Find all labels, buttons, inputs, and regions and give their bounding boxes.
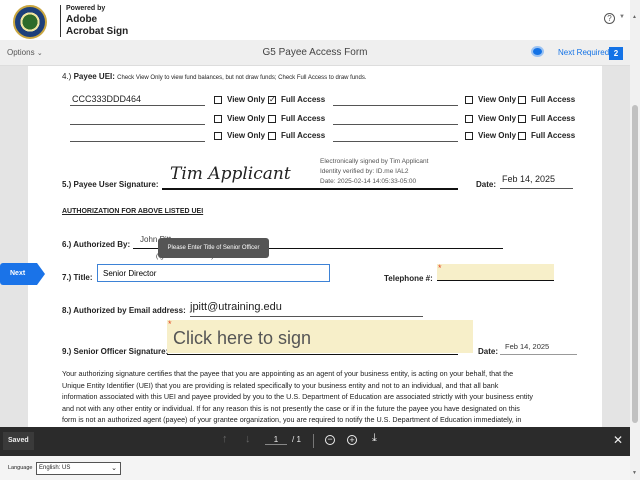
click-to-sign-text: Click here to sign — [173, 328, 312, 348]
next-arrow — [37, 263, 45, 285]
toolbar: Options ⌄ G5 Payee Access Form Next Requ… — [0, 40, 630, 66]
paragraph-line: form is not an authorized agent (payee) … — [62, 415, 522, 424]
full-access-checkbox[interactable] — [518, 132, 526, 140]
scrollbar[interactable]: ▲ ▼ — [630, 0, 640, 480]
esign-identity: Identity verified by: ID.me IAL2 — [320, 168, 409, 175]
brand-adobe: Adobe — [66, 14, 98, 25]
zoom-in-icon[interactable]: + — [347, 435, 357, 445]
email-label: 8.) Authorized by Email address: — [62, 306, 186, 315]
powered-by-text: Powered by — [66, 5, 106, 12]
uei-left-line — [70, 141, 205, 142]
paragraph-line: Your authorizing signature certifies tha… — [62, 369, 514, 378]
view-only-label: View Only — [227, 114, 266, 123]
header-divider — [60, 5, 61, 37]
authorized-by-label: 6.) Authorized By: — [62, 240, 131, 249]
uei-right-line — [333, 141, 458, 142]
full-access-label: Full Access — [531, 131, 576, 140]
payee-signature-label: 5.) Payee User Signature: — [62, 180, 159, 189]
tooltip: Please Enter Title of Senior Officer — [158, 238, 269, 258]
next-required-count: 2 — [609, 47, 623, 60]
chevron-down-icon: ⌄ — [111, 465, 117, 472]
app-header: Powered by Adobe Acrobat Sign ? ▼ — [0, 0, 630, 40]
full-access-checkbox[interactable] — [518, 96, 526, 104]
close-icon[interactable]: ✕ — [613, 433, 623, 447]
page-total: / 1 — [292, 435, 301, 444]
authorization-heading: AUTHORIZATION FOR ABOVE LISTED UEI — [62, 208, 204, 215]
bottom-toolbar: Saved ↑ ↓ 1 / 1 − + ⤓ ✕ — [0, 427, 630, 456]
full-access-label: Full Access — [281, 131, 326, 140]
uei-left-line — [70, 105, 205, 106]
language-label: Language — [8, 465, 33, 471]
language-selected: English: US — [39, 465, 71, 471]
view-only-label: View Only — [478, 95, 517, 104]
chevron-down-icon[interactable]: ▼ — [619, 14, 625, 20]
email-value: jpitt@utraining.edu — [190, 301, 282, 313]
language-select[interactable]: English: US ⌄ — [36, 462, 121, 475]
brand-acrobat-sign: Acrobat Sign — [66, 26, 129, 37]
help-circle-icon[interactable]: ? — [604, 13, 615, 24]
paragraph-line: and not with any other entity or individ… — [62, 403, 520, 413]
zoom-out-icon[interactable]: − — [325, 435, 335, 445]
next-button[interactable]: Next — [0, 263, 37, 285]
page-number-input[interactable]: 1 — [265, 435, 287, 445]
view-only-checkbox[interactable] — [214, 96, 222, 104]
payee-date: Feb 14, 2025 — [502, 174, 556, 184]
scroll-down-icon[interactable]: ▼ — [632, 470, 637, 476]
logo — [13, 5, 47, 39]
title-label: 7.) Title: — [62, 273, 93, 282]
download-icon[interactable]: ⤓ — [372, 432, 377, 445]
view-only-checkbox[interactable] — [214, 132, 222, 140]
full-access-label: Full Access — [531, 114, 576, 123]
save-status: Saved — [3, 432, 34, 450]
document-viewer: 4.) Payee UEI: Check View Only to view f… — [0, 66, 630, 427]
required-asterisk: * — [438, 263, 442, 273]
scrollbar-thumb[interactable] — [632, 105, 638, 423]
divider — [313, 434, 314, 448]
paragraph-line: Unique Entity Identifier (UEI) that you … — [62, 380, 499, 390]
required-asterisk: * — [168, 319, 172, 329]
paragraph-line: information associated with this UEI and… — [62, 392, 534, 401]
full-access-checkbox[interactable] — [268, 115, 276, 123]
telephone-label: Telephone #: — [384, 274, 433, 283]
full-access-label: Full Access — [281, 95, 326, 104]
payee-signature: Tim Applicant — [170, 164, 291, 184]
esign-date: Date: 2025-02-14 14:05:33-05:00 — [320, 178, 417, 185]
date-label: Date: — [478, 347, 499, 356]
view-only-checkbox[interactable] — [214, 115, 222, 123]
uei-right-line — [333, 105, 458, 106]
view-only-label: View Only — [478, 114, 517, 123]
next-required-button[interactable]: Next Required — [558, 48, 609, 57]
section-number: 4.) — [62, 72, 72, 81]
arrow-down-icon[interactable]: ↓ — [245, 433, 251, 445]
uei-right-line — [333, 124, 458, 125]
payee-uei-instructions: Check View Only to view fund balances, b… — [117, 75, 367, 81]
comment-icon[interactable] — [531, 46, 544, 57]
date-label: Date: — [476, 180, 497, 189]
full-access-checkbox[interactable] — [268, 132, 276, 140]
telephone-input[interactable]: * — [437, 263, 554, 281]
full-access-checkbox[interactable]: ✓ — [268, 96, 276, 104]
arrow-up-icon[interactable]: ↑ — [222, 433, 228, 445]
view-only-label: View Only — [227, 131, 266, 140]
view-only-label: View Only — [227, 95, 266, 104]
scroll-up-icon[interactable]: ▲ — [632, 14, 637, 20]
language-bar: Language English: US ⌄ — [0, 456, 630, 480]
view-only-label: View Only — [478, 131, 517, 140]
esign-info: Electronically signed by Tim Applicant — [320, 158, 429, 165]
payee-uei-label: Payee UEI: — [73, 72, 115, 81]
senior-signature-label: 9.) Senior Officer Signature: — [62, 347, 169, 356]
view-only-checkbox[interactable] — [465, 132, 473, 140]
next-label: Next — [10, 270, 26, 277]
full-access-label: Full Access — [531, 95, 576, 104]
click-to-sign-field[interactable]: * Click here to sign — [167, 319, 473, 353]
full-access-checkbox[interactable] — [518, 115, 526, 123]
document-page: 4.) Payee UEI: Check View Only to view f… — [28, 66, 602, 427]
full-access-label: Full Access — [281, 114, 326, 123]
senior-date: Feb 14, 2025 — [505, 342, 550, 351]
uei-left-value[interactable]: CCC333DDD464 — [72, 94, 141, 104]
view-only-checkbox[interactable] — [465, 96, 473, 104]
uei-left-line — [70, 124, 205, 125]
title-input[interactable] — [97, 264, 330, 282]
view-only-checkbox[interactable] — [465, 115, 473, 123]
